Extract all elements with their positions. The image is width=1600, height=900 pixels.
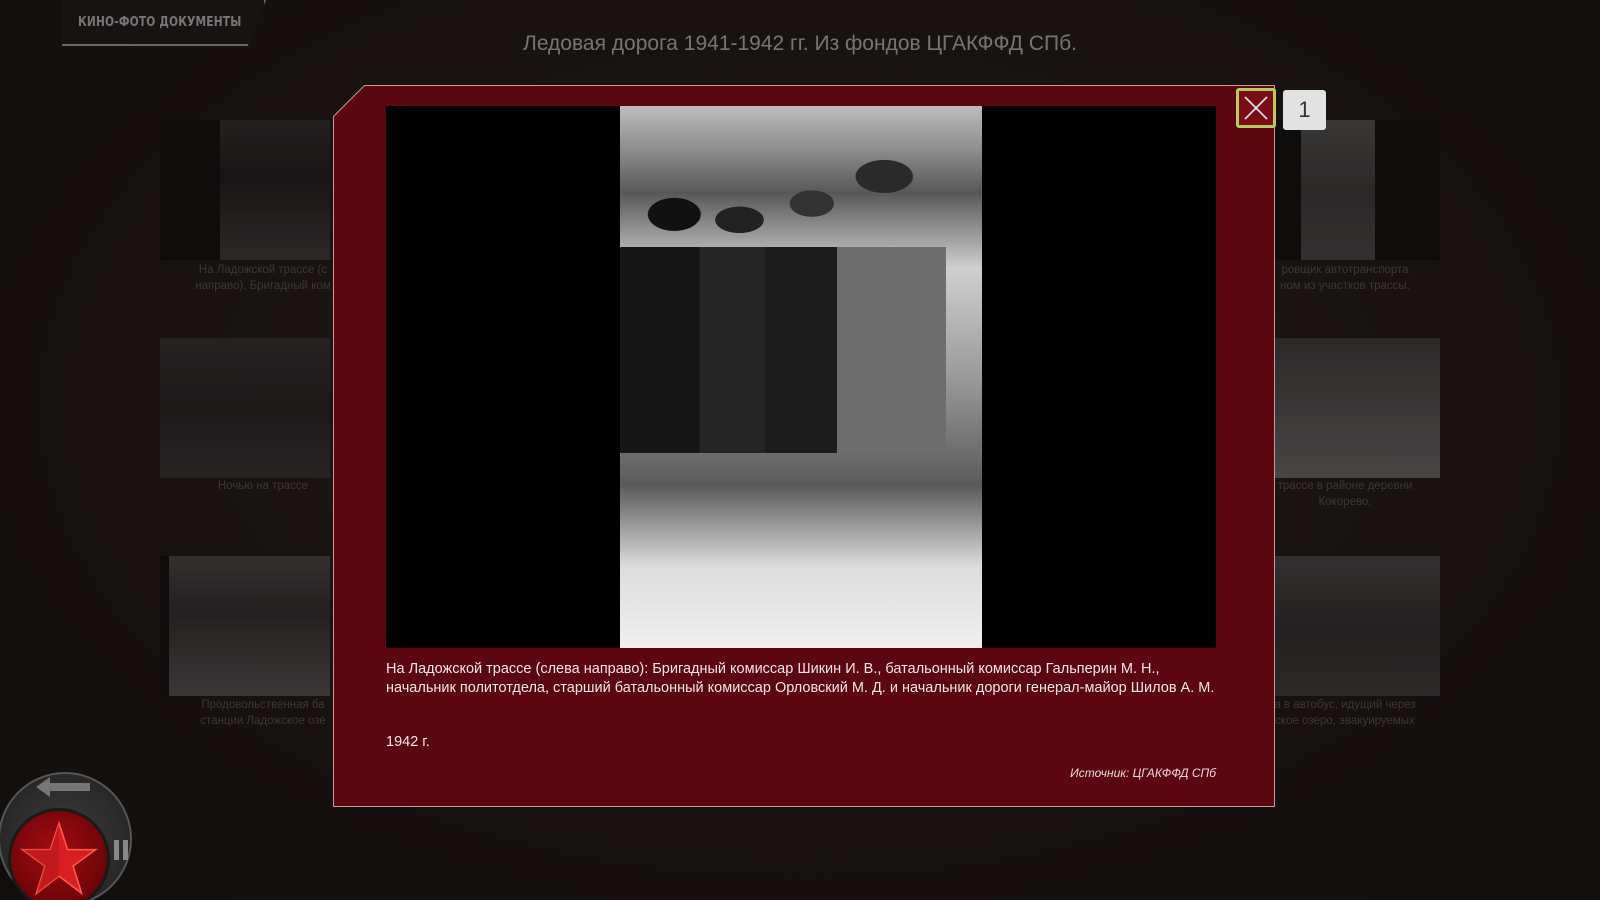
photo-counter: 1: [1283, 90, 1326, 130]
photo-modal: На Ладожской трассе (слева направо): Бри…: [333, 85, 1275, 807]
photo-caption: На Ладожской трассе (слева направо): Бри…: [386, 661, 1215, 696]
archive-photo: [620, 106, 982, 648]
gallery-thumb-caption: ровщик автотранспорта ном из участков тр…: [1280, 264, 1410, 292]
pause-icon[interactable]: [112, 838, 130, 862]
gallery-thumb[interactable]: [1270, 120, 1440, 260]
close-button[interactable]: [1236, 88, 1276, 128]
photo-source: Источник: ЦГАКФФД СПб: [1070, 766, 1216, 780]
red-star-icon: [20, 820, 98, 896]
close-icon: [1244, 96, 1268, 120]
gallery-thumb[interactable]: [160, 556, 330, 696]
photo-year: 1942 г.: [386, 734, 430, 750]
gallery-thumb-caption: трассе в районе деревни Кокорево.: [1277, 480, 1413, 508]
back-arrow-icon[interactable]: [34, 774, 94, 800]
photo-frame: [386, 106, 1216, 648]
gallery-thumb[interactable]: [1270, 556, 1440, 696]
gallery-thumb-caption: а в автобус, идущий через ское озеро, эв…: [1274, 699, 1416, 727]
gallery-thumb[interactable]: [160, 338, 330, 478]
star-button[interactable]: [8, 808, 110, 900]
gallery-thumb[interactable]: [1270, 338, 1440, 478]
gallery-thumb[interactable]: [160, 120, 330, 260]
